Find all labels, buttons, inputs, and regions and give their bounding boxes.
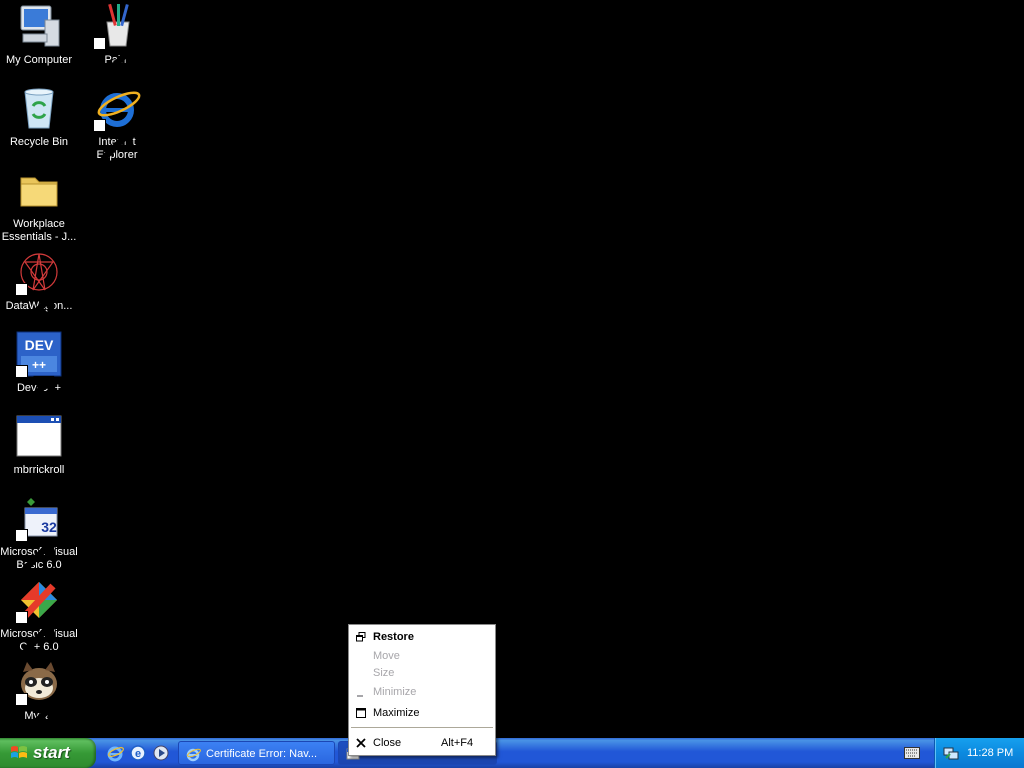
datawagon-icon — [15, 248, 63, 326]
menu-item-label: Close — [373, 737, 402, 749]
desktop-icon-label: My Computer — [5, 54, 73, 66]
menu-item-label: Minimize — [373, 686, 417, 698]
desktop-icon-label: Workplace Essentials - J... — [1, 218, 77, 243]
internet-explorer-icon — [93, 84, 141, 162]
shortcut-arrow-icon — [93, 119, 133, 162]
mypal-icon — [15, 658, 63, 736]
recycle-bin-icon — [15, 84, 63, 132]
menu-item-maximize[interactable]: Maximize — [349, 704, 495, 722]
menu-separator — [351, 727, 493, 728]
network-icon[interactable] — [943, 745, 959, 761]
visual-cpp-icon — [15, 576, 63, 654]
desktop-icon-label: Recycle Bin — [9, 136, 69, 148]
visual-basic-icon: 32 — [15, 494, 63, 572]
taskbar-button-certificate-error[interactable]: Certificate Error: Nav... — [178, 741, 335, 765]
browser-icon[interactable]: e — [129, 744, 147, 762]
desktop-icon-mypal[interactable]: Mypal — [0, 658, 78, 736]
internet-explorer-icon[interactable] — [106, 744, 124, 762]
shortcut-arrow-icon — [15, 529, 55, 572]
desktop-icon-my-computer[interactable]: My Computer — [0, 2, 78, 67]
restore-icon — [354, 628, 368, 648]
desktop-icon-label: mbrrickroll — [13, 464, 65, 476]
menu-item-size: Size — [349, 664, 495, 682]
svg-text:DEV: DEV — [25, 337, 54, 353]
close-icon — [354, 734, 368, 754]
internet-explorer-icon — [186, 748, 201, 762]
windows-flag-icon — [11, 746, 27, 758]
system-tray: 11:28 PM — [934, 738, 1024, 768]
shortcut-arrow-icon — [15, 365, 55, 408]
paint-icon — [93, 2, 141, 80]
start-label: start — [33, 743, 70, 762]
desktop-icon-recycle-bin[interactable]: Recycle Bin — [0, 84, 78, 149]
desktop-icon-internet-explorer[interactable]: Internet Explorer — [78, 84, 156, 162]
menu-item-shortcut: Alt+F4 — [441, 737, 474, 749]
minimize-icon — [354, 683, 368, 703]
desktop-icon-datawagon[interactable]: DataWagon... — [0, 248, 78, 326]
desktop-icon-visual-cpp[interactable]: Microsoft Visual C++ 6.0 — [0, 576, 78, 654]
menu-item-label: Maximize — [373, 707, 420, 719]
keyboard-icon[interactable] — [904, 747, 920, 759]
task-label: Certificate Error: Nav... — [206, 748, 318, 760]
start-button[interactable]: start — [0, 738, 96, 768]
desktop-icon-dev-cpp[interactable]: DEV ++ Dev-C++ — [0, 330, 78, 408]
maximize-icon — [354, 704, 368, 724]
shortcut-arrow-icon — [15, 693, 55, 736]
desktop-icon-mbrrickroll[interactable]: mbrrickroll — [0, 412, 78, 477]
desktop-icon-visual-basic[interactable]: 32 Microsoft Visual Basic 6.0 — [0, 494, 78, 572]
menu-item-move: Move — [349, 647, 495, 665]
shortcut-arrow-icon — [15, 611, 55, 654]
desktop-icon-paint[interactable]: Paint — [78, 2, 156, 80]
menu-item-minimize: Minimize — [349, 683, 495, 701]
menu-item-label: Restore — [373, 631, 414, 643]
menu-item-label: Size — [373, 667, 395, 679]
media-player-icon[interactable] — [152, 744, 170, 762]
menu-item-close[interactable]: Close Alt+F4 — [349, 734, 495, 752]
window-system-menu: Restore Move Size Minimize Maximize Clos… — [348, 624, 496, 756]
my-computer-icon — [15, 2, 63, 50]
clock: 11:28 PM — [967, 747, 1014, 759]
dev-cpp-icon: DEV ++ — [15, 330, 63, 408]
folder-icon — [15, 166, 63, 214]
desktop-icon-workplace-essentials[interactable]: Workplace Essentials - J... — [0, 166, 78, 244]
svg-text:e: e — [135, 748, 141, 760]
shortcut-arrow-icon — [93, 37, 133, 80]
taskbar: start e Certificate Error: Nav... 11:28 … — [0, 738, 1024, 768]
program-window-icon — [15, 412, 63, 460]
menu-item-label: Move — [373, 650, 400, 662]
menu-item-restore[interactable]: Restore — [349, 628, 495, 646]
shortcut-arrow-icon — [15, 283, 55, 326]
